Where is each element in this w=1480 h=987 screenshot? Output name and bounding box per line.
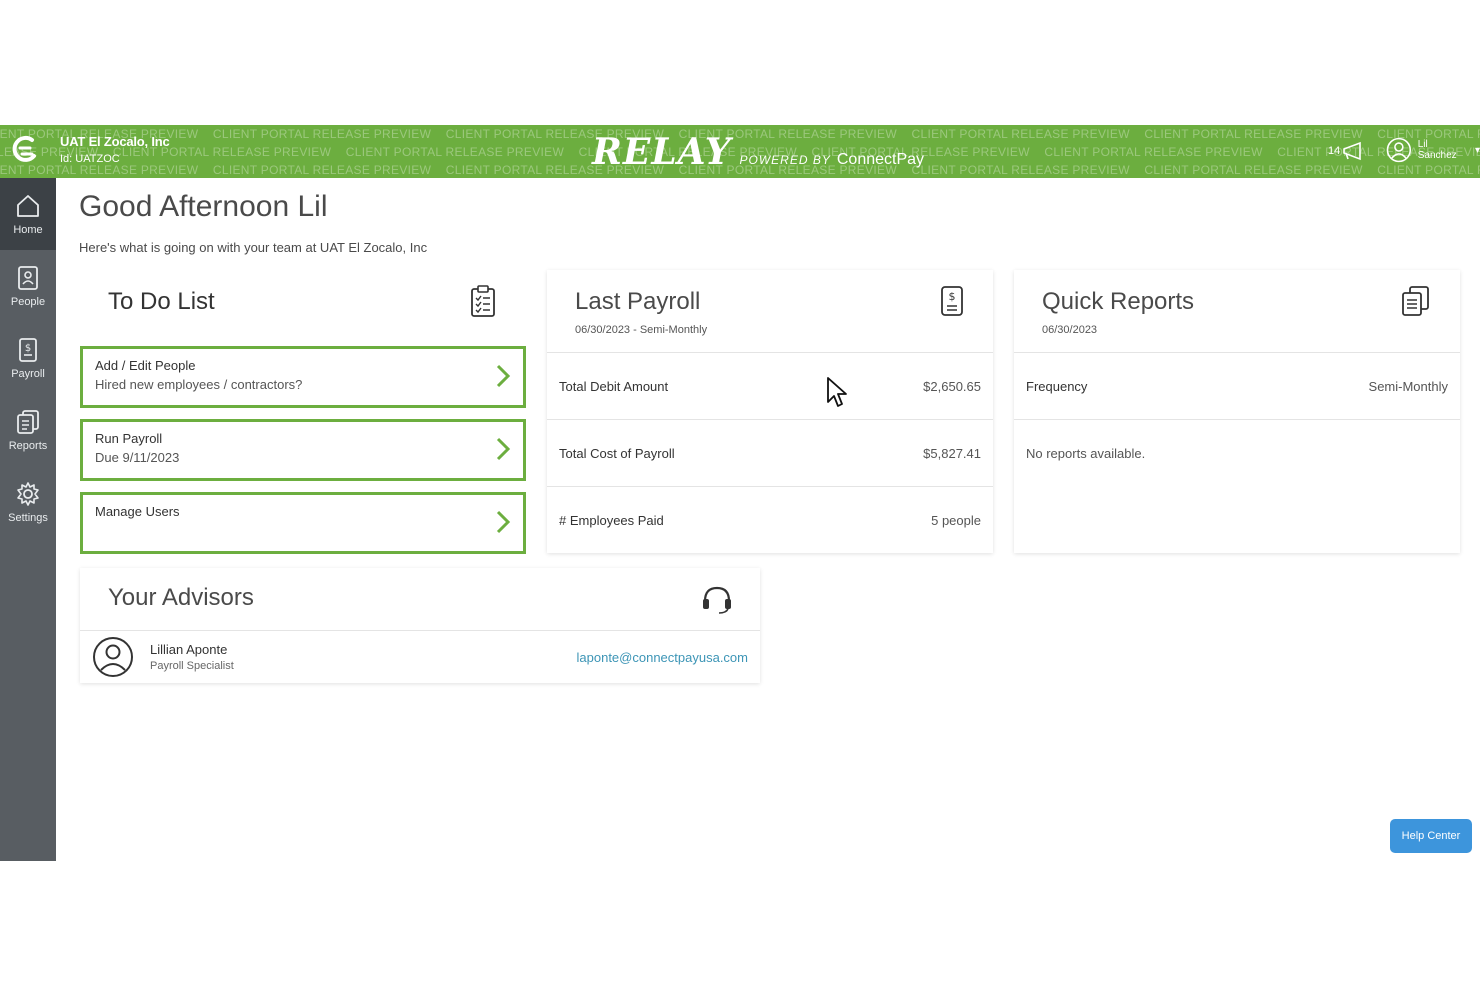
svg-text:$: $ xyxy=(25,343,31,354)
sidebar-item-reports[interactable]: Reports xyxy=(0,394,56,466)
sidebar-item-settings[interactable]: Settings xyxy=(0,466,56,538)
chevron-right-icon xyxy=(496,437,511,461)
payroll-icon: $ xyxy=(19,338,37,362)
page-title: Good Afternoon Lil xyxy=(79,190,328,223)
relay-brand-logo: RELAY POWERED BY ConnectPay xyxy=(592,131,924,173)
todo-item-title: Manage Users xyxy=(95,504,180,519)
company-switcher[interactable]: UAT El Zocalo, Inc Id: UATZOC xyxy=(60,134,170,165)
quick-reports-card: Quick Reports 06/30/2023 Frequency Semi-… xyxy=(1014,270,1460,553)
powered-by-text: POWERED BY xyxy=(739,153,831,167)
row-label: Total Cost of Payroll xyxy=(559,445,675,461)
advisor-row: Lillian Aponte Payroll Specialist lapont… xyxy=(80,630,760,683)
help-center-button[interactable]: Help Center xyxy=(1390,819,1472,853)
clipboard-icon xyxy=(471,285,495,317)
last-payroll-title: Last Payroll xyxy=(575,288,701,315)
mouse-cursor-icon xyxy=(827,377,847,407)
user-name: Lil Sanchez xyxy=(1417,139,1457,161)
advisor-role: Payroll Specialist xyxy=(150,660,234,672)
powered-brand: ConnectPay xyxy=(836,151,925,168)
advisor-name: Lillian Aponte xyxy=(150,642,228,657)
todo-item-subtitle: Due 9/11/2023 xyxy=(95,450,180,465)
payroll-row-employees-paid: # Employees Paid 5 people xyxy=(547,486,993,553)
quick-reports-empty-row: No reports available. xyxy=(1014,419,1460,486)
row-label: Total Debit Amount xyxy=(559,378,669,394)
sidebar-item-payroll[interactable]: $ Payroll xyxy=(0,322,56,394)
row-value: Semi-Monthly xyxy=(1368,378,1448,394)
notification-count: 14 xyxy=(1328,145,1341,157)
sidebar-item-label: Home xyxy=(13,224,43,236)
row-value: $5,827.41 xyxy=(923,445,981,461)
company-name: UAT El Zocalo, Inc xyxy=(60,134,170,149)
todo-title: To Do List xyxy=(108,288,215,315)
quick-reports-title: Quick Reports xyxy=(1042,288,1195,315)
headset-icon xyxy=(703,586,731,614)
last-payroll-subtitle: 06/30/2023 - Semi-Monthly xyxy=(575,324,708,336)
home-icon xyxy=(17,195,39,217)
todo-item-run-payroll[interactable]: Run Payroll Due 9/11/2023 xyxy=(80,419,526,481)
advisors-title: Your Advisors xyxy=(108,584,254,611)
empty-state-text: No reports available. xyxy=(1026,445,1146,461)
svg-text:$: $ xyxy=(949,290,956,303)
avatar-icon xyxy=(93,637,133,677)
row-value: $2,650.65 xyxy=(923,378,981,394)
brand-name: RELAY xyxy=(592,131,732,173)
payroll-document-icon: $ xyxy=(941,286,963,316)
user-avatar-icon xyxy=(1386,137,1412,163)
sidebar-item-people[interactable]: People xyxy=(0,250,56,322)
sidebar-item-label: Reports xyxy=(8,440,48,452)
chevron-right-icon xyxy=(496,510,511,534)
todo-item-subtitle: Hired new employees / contractors? xyxy=(95,377,303,392)
row-label: # Employees Paid xyxy=(559,512,664,528)
reports-icon xyxy=(1402,286,1429,316)
payroll-row-total-debit: Total Debit Amount $2,650.65 xyxy=(547,352,993,419)
advisors-card: Your Advisors Lillian Aponte Payroll Spe… xyxy=(80,568,760,683)
row-label: Frequency xyxy=(1026,378,1088,394)
row-value: 5 people xyxy=(931,512,981,528)
todo-item-add-edit-people[interactable]: Add / Edit People Hired new employees / … xyxy=(80,346,526,408)
sidebar-item-label: People xyxy=(10,296,46,308)
last-payroll-card: Last Payroll 06/30/2023 - Semi-Monthly $… xyxy=(547,270,993,553)
sidebar-item-home[interactable]: Home xyxy=(0,178,56,250)
people-icon xyxy=(18,266,38,290)
main-content: Good Afternoon Lil Here's what is going … xyxy=(56,178,1480,861)
reports-icon xyxy=(17,410,39,434)
chevron-down-icon: ▾ xyxy=(1474,144,1480,156)
top-header-bar: CLIENT PORTAL RELEASE PREVIEW CLIENT POR… xyxy=(0,125,1480,178)
quick-reports-frequency-row: Frequency Semi-Monthly xyxy=(1014,352,1460,419)
announcements-button[interactable]: 14 xyxy=(1328,141,1370,161)
gear-icon xyxy=(17,482,39,506)
sidebar-item-label: Settings xyxy=(8,512,48,524)
quick-reports-subtitle: 06/30/2023 xyxy=(1042,324,1098,336)
company-id: Id: UATZOC xyxy=(60,153,120,165)
advisor-email-link[interactable]: laponte@connectpayusa.com xyxy=(577,650,748,665)
payroll-row-total-cost: Total Cost of Payroll $5,827.41 xyxy=(547,419,993,486)
sidebar-item-label: Payroll xyxy=(11,368,45,380)
todo-item-title: Run Payroll xyxy=(95,431,163,446)
connectpay-logo-icon[interactable] xyxy=(10,134,42,168)
page-subtitle: Here's what is going on with your team a… xyxy=(79,240,428,255)
todo-item-title: Add / Edit People xyxy=(95,358,196,373)
chevron-right-icon xyxy=(496,364,511,388)
megaphone-icon xyxy=(1343,141,1362,161)
user-menu[interactable]: Lil Sanchez ▾ xyxy=(1386,137,1480,163)
todo-item-manage-users[interactable]: Manage Users xyxy=(80,492,526,554)
sidebar-nav: Home People $ Payroll Reports Settings xyxy=(0,178,56,861)
